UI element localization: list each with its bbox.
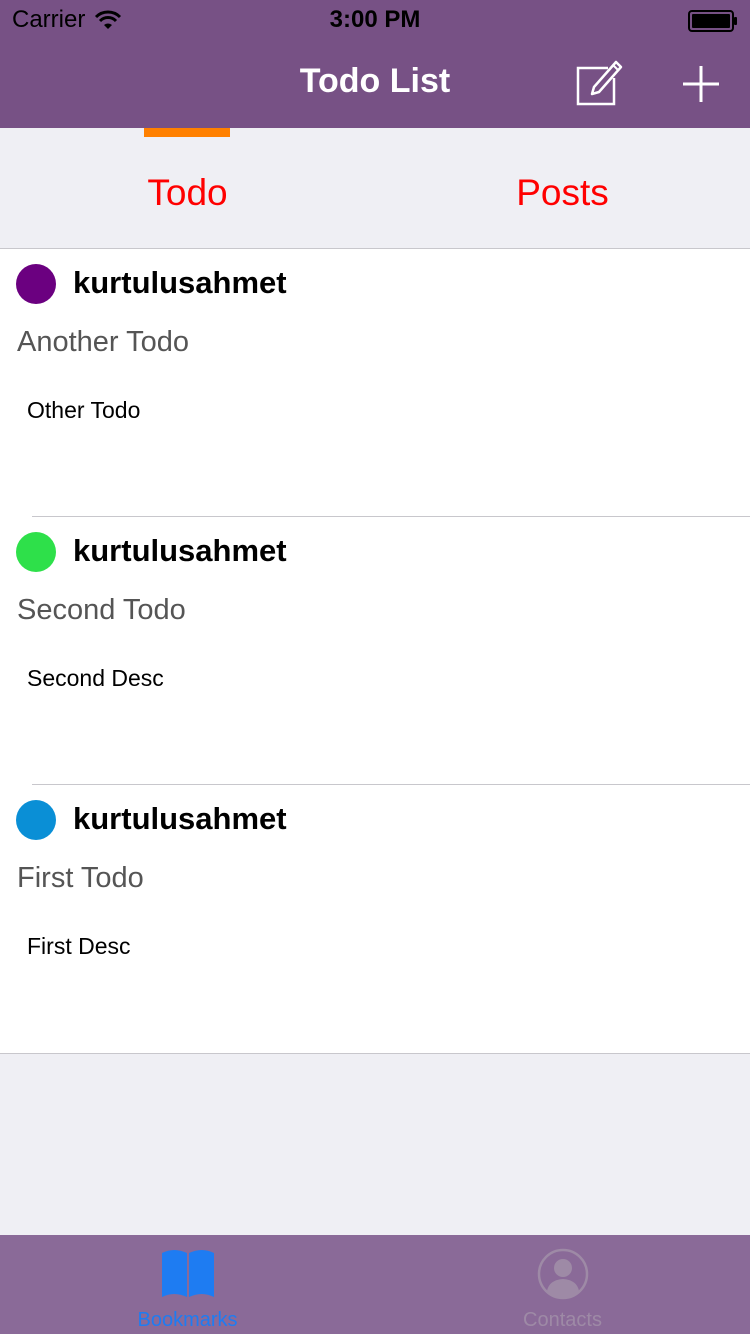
item-title: First Todo (17, 862, 144, 894)
add-button[interactable] (674, 58, 728, 112)
compose-button[interactable] (574, 58, 628, 112)
tab-todo[interactable]: Todo (0, 128, 375, 248)
user-color-dot (16, 800, 56, 840)
list-item[interactable]: kurtulusahmet Another Todo Other Todo (0, 249, 750, 517)
list-item[interactable]: kurtulusahmet First Todo First Desc (0, 785, 750, 1053)
tab-posts[interactable]: Posts (375, 128, 750, 248)
item-description: First Desc (27, 933, 131, 959)
status-bar: Carrier 3:00 PM (0, 0, 750, 40)
book-icon (161, 1250, 214, 1297)
navigation-bar: Carrier 3:00 PM Todo List (0, 0, 750, 128)
user-color-dot (16, 532, 56, 572)
item-title: Second Todo (17, 594, 186, 626)
page-title: Todo List (299, 62, 451, 100)
segment-tabs: Todo Posts (0, 128, 750, 249)
tab-bar: Bookmarks Contacts (0, 1235, 750, 1334)
list-item[interactable]: kurtulusahmet Second Todo Second Desc (0, 517, 750, 785)
item-username: kurtulusahmet (73, 533, 287, 568)
item-description: Second Desc (27, 665, 164, 691)
todo-list: kurtulusahmet Another Todo Other Todo ku… (0, 249, 750, 1054)
user-color-dot (16, 264, 56, 304)
person-icon (537, 1248, 588, 1300)
item-title: Another Todo (17, 326, 189, 358)
item-username: kurtulusahmet (73, 801, 287, 836)
battery-icon (688, 10, 737, 32)
item-username: kurtulusahmet (73, 265, 287, 300)
tabbar-item-bookmarks[interactable]: Bookmarks (0, 1235, 375, 1334)
tabbar-item-contacts[interactable]: Contacts (375, 1235, 750, 1334)
compose-icon (576, 60, 623, 106)
item-description: Other Todo (27, 397, 141, 423)
plus-icon (683, 66, 719, 102)
tabbar-label-bookmarks: Bookmarks (137, 1309, 238, 1331)
clock: 3:00 PM (329, 6, 421, 33)
tabbar-label-contacts: Contacts (523, 1309, 602, 1331)
